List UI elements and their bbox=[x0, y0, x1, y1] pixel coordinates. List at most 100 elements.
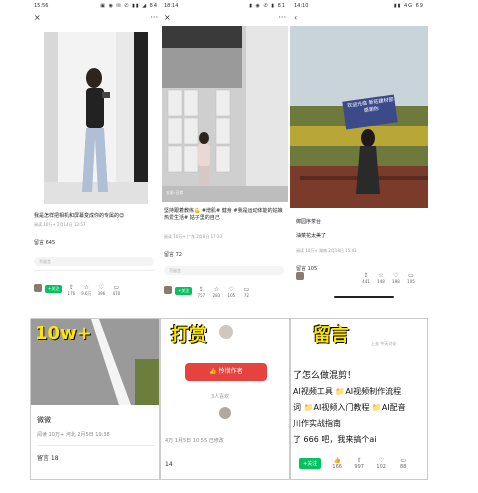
screenshot-panel-4: 10w+ 微微 阅读 10万+ 河北 2月5日 19:38 留言 18 bbox=[30, 318, 160, 480]
thumbs-up-icon: 👍 bbox=[333, 457, 341, 464]
favorite-action[interactable]: ♡ 102 bbox=[375, 457, 387, 470]
comment-input[interactable]: 写留言 bbox=[164, 266, 284, 275]
post-title: 我是怎样把相机和屏幕变成你的专属的😊 bbox=[34, 213, 125, 219]
comment-icon: ▭ bbox=[400, 457, 407, 464]
favorite-count: 102 bbox=[376, 464, 386, 470]
comment-action-count: 72 bbox=[243, 293, 249, 298]
like-action[interactable]: ♡ 198 bbox=[390, 272, 402, 284]
post-meta: 阅读 10万+ 湖南 2月18日 15:41 bbox=[296, 248, 357, 253]
like-action[interactable]: 👍 166 bbox=[331, 457, 343, 470]
post-meta: 阅读 10万+ 2月14日 13:57 bbox=[34, 222, 86, 227]
post-title: 御园序茶台 bbox=[296, 219, 322, 225]
status-time: 14:10 bbox=[294, 3, 309, 9]
status-time: 18:14 bbox=[164, 3, 179, 9]
share-count: 176 bbox=[67, 291, 76, 296]
headline-overlay: 留言 bbox=[313, 325, 349, 346]
share-icon: ⇪ bbox=[68, 284, 74, 291]
photo-person-illustration bbox=[44, 32, 148, 204]
share-count: 441 bbox=[362, 279, 370, 284]
author-avatar[interactable] bbox=[219, 325, 233, 339]
like-count: 198 bbox=[392, 279, 400, 284]
comment-input[interactable]: 写留言 bbox=[34, 257, 154, 266]
favorite-action[interactable]: ☆ 148 bbox=[375, 272, 387, 284]
post-title: 坚持跟着教练💪 #增肌# 健身 #我是运动体能的姑娘 热爱生活# 姑子里的自己 bbox=[164, 208, 283, 221]
star-icon: ☆ bbox=[83, 284, 90, 291]
share-count: 757 bbox=[197, 293, 206, 298]
status-time: 15:56 bbox=[34, 3, 49, 9]
screenshot-panel-2: 18:14 ▮ ◉ ✆ ▮ 81 × ··· 五彩·日常 坚持跟着教练💪 #增肌… bbox=[160, 0, 290, 310]
headline-overlay: 打赏 bbox=[171, 325, 207, 346]
favorite-count: 9.6万 bbox=[81, 291, 92, 296]
post-photo[interactable] bbox=[44, 32, 148, 204]
screenshot-panel-1: 15:56 ▣ ◉ ✉ ✆ ▮▮ ◢ 84 × ··· 我是怎样把相机和屏幕变成… bbox=[30, 0, 162, 310]
avatar[interactable] bbox=[164, 286, 172, 294]
favorite-count: 148 bbox=[377, 279, 385, 284]
bottom-number: 14 bbox=[165, 461, 173, 468]
post-subtitle: 油菜花太美了 bbox=[296, 233, 327, 239]
heart-icon: ♡ bbox=[378, 457, 384, 464]
status-icons: ▣ ◉ ✉ ✆ ▮▮ ◢ 84 bbox=[100, 3, 158, 9]
follow-button[interactable]: +关注 bbox=[299, 458, 322, 469]
content-line-3: 词 📁AI视频入门教程 📁AI配音 bbox=[293, 403, 406, 412]
share-action[interactable]: ⇪ 176 bbox=[65, 284, 77, 296]
comment-action[interactable]: ▭ 72 bbox=[240, 286, 252, 298]
comment-count: 留言 105 bbox=[296, 266, 318, 272]
like-count: 105 bbox=[227, 293, 236, 298]
close-icon[interactable]: × bbox=[34, 12, 41, 24]
content-line-1: 了怎么做混剪！ bbox=[293, 371, 357, 381]
share-icon: ⇪ bbox=[363, 272, 369, 279]
content-line-2: AI视频工具 📁AI视频制作流程 bbox=[293, 387, 402, 396]
share-icon: ⇪ bbox=[198, 286, 204, 293]
divider bbox=[34, 270, 154, 271]
reward-count: 3人喜欢 bbox=[211, 394, 230, 400]
comment-icon: ▭ bbox=[113, 284, 120, 291]
comment-icon: ▭ bbox=[243, 286, 250, 293]
home-indicator bbox=[334, 296, 394, 298]
star-icon: ☆ bbox=[213, 286, 220, 293]
star-icon: ☆ bbox=[378, 272, 384, 279]
like-count: 166 bbox=[332, 464, 342, 470]
comment-action-count: 105 bbox=[407, 279, 415, 284]
status-bar: 14:10 ▮▮ 4G 69 bbox=[290, 0, 428, 12]
comment-count: 留言 18 bbox=[37, 455, 59, 462]
comment-action[interactable]: ▭ 470 bbox=[110, 284, 122, 296]
bottom-action-bar: +关注 👍 166 ⇪ 997 ♡ 102 ▭ 88 bbox=[299, 457, 409, 470]
reward-button[interactable]: 👍 怜惜作者 bbox=[185, 363, 267, 381]
content-line-5: 了 666 吧，我来搞个ai bbox=[293, 435, 377, 444]
comment-count: 留言 72 bbox=[164, 252, 182, 258]
photo-scenic-illustration bbox=[290, 26, 428, 208]
close-icon[interactable]: × bbox=[164, 12, 171, 24]
reward-avatar[interactable] bbox=[219, 407, 231, 419]
share-icon: ⇪ bbox=[356, 457, 362, 464]
comment-action[interactable]: ▭ 88 bbox=[397, 457, 409, 470]
favorite-action[interactable]: ☆ 9.6万 bbox=[80, 284, 92, 297]
post-photo[interactable]: 欢迎光临 新旺建材部 感谢你 bbox=[290, 26, 428, 208]
screenshot-panel-6: 留言 上去 今天讨论 了怎么做混剪！ AI视频工具 📁AI视频制作流程 词 📁A… bbox=[290, 318, 428, 480]
bottom-action-bar: +关注 ⇪ 176 ☆ 9.6万 ♡ 396 ▭ 470 bbox=[34, 284, 122, 297]
follow-button[interactable]: +关注 bbox=[45, 285, 63, 293]
favorite-action[interactable]: ☆ 283 bbox=[210, 286, 222, 298]
share-count: 997 bbox=[354, 464, 364, 470]
share-action[interactable]: ⇪ 997 bbox=[353, 457, 365, 470]
follow-button[interactable]: +关注 bbox=[175, 287, 193, 295]
share-action[interactable]: ⇪ 441 bbox=[360, 272, 372, 284]
avatar[interactable] bbox=[34, 284, 42, 292]
share-action[interactable]: ⇪ 757 bbox=[195, 286, 207, 298]
comment-action-count: 470 bbox=[112, 291, 121, 296]
more-icon[interactable]: ··· bbox=[150, 12, 158, 24]
comment-action[interactable]: ▭ 105 bbox=[405, 272, 417, 284]
photo-locker-room-illustration bbox=[162, 26, 288, 202]
back-icon[interactable]: ‹ bbox=[294, 12, 297, 24]
status-icons: ▮ ◉ ✆ ▮ 81 bbox=[249, 3, 286, 9]
content-line-4: 川作实战指南 bbox=[293, 419, 341, 428]
divider bbox=[37, 445, 155, 446]
comment-action-count: 88 bbox=[400, 464, 407, 470]
like-action[interactable]: ♡ 396 bbox=[95, 284, 107, 296]
avatar[interactable] bbox=[296, 272, 304, 280]
post-meta: 阅读 10万+ 广东 2月8日 17:33 bbox=[164, 234, 223, 239]
post-photo[interactable]: 五彩·日常 bbox=[162, 26, 288, 202]
more-icon[interactable]: ··· bbox=[278, 12, 286, 24]
post-title: 微微 bbox=[37, 416, 51, 424]
nav-bar: ‹ bbox=[290, 12, 428, 24]
like-action[interactable]: ♡ 105 bbox=[225, 286, 237, 298]
